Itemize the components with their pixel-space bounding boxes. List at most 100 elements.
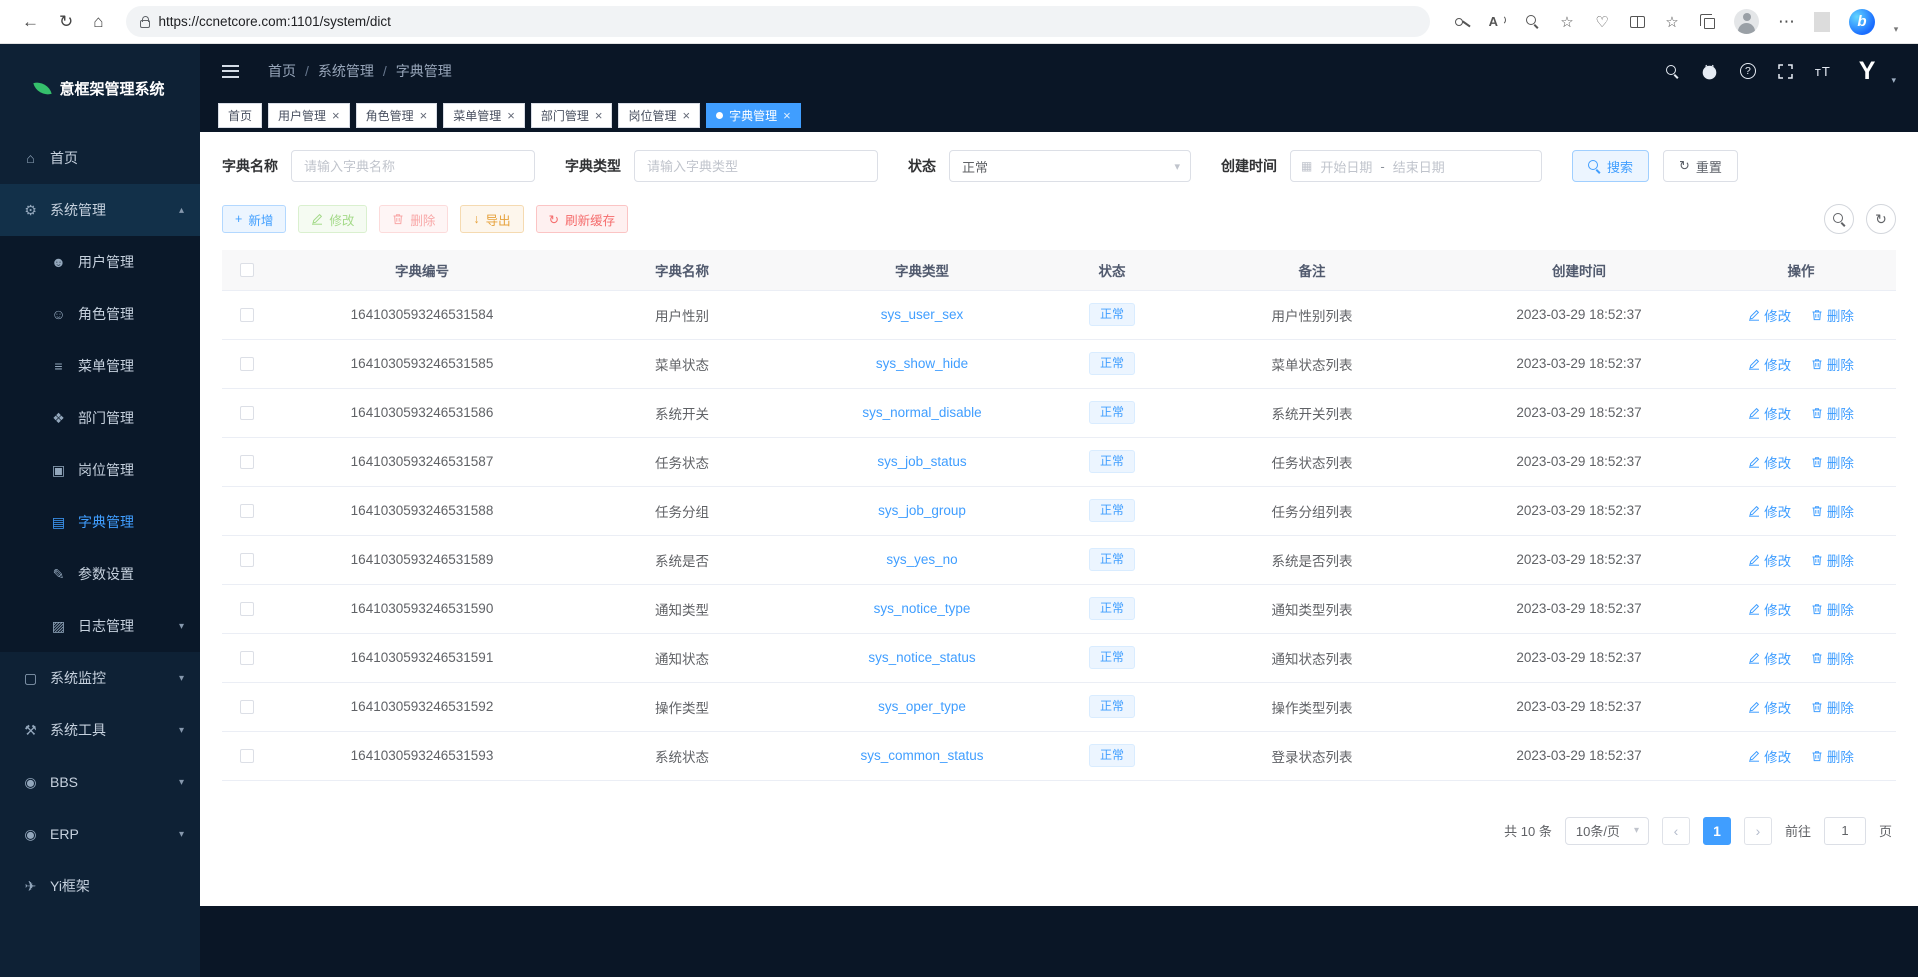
tab-item[interactable]: 菜单管理 × <box>443 103 525 128</box>
user-logo-avatar[interactable]: Y <box>1859 57 1876 86</box>
split-screen-icon[interactable] <box>1629 16 1645 28</box>
tab-item[interactable]: 岗位管理 × <box>618 103 700 128</box>
row-checkbox[interactable] <box>240 504 254 518</box>
row-checkbox[interactable] <box>240 553 254 567</box>
page-size-select[interactable]: 10条/页 ▾ <box>1565 817 1649 845</box>
goto-page-input[interactable] <box>1824 817 1866 845</box>
row-checkbox[interactable] <box>240 602 254 616</box>
browser-refresh-icon[interactable]: ↻ <box>59 12 73 32</box>
delete-button[interactable]: 删除 <box>379 205 448 233</box>
sidebar-item[interactable]: ≡ 菜单管理 <box>0 340 200 392</box>
next-page-button[interactable]: › <box>1744 817 1772 845</box>
add-button[interactable]: + 新增 <box>222 205 286 233</box>
sidebar-item[interactable]: ❖ 部门管理 <box>0 392 200 444</box>
sidebar-item[interactable]: ☺ 角色管理 <box>0 288 200 340</box>
row-edit-button[interactable]: 修改 <box>1748 599 1791 619</box>
password-key-icon[interactable] <box>1454 18 1470 26</box>
table-row[interactable]: 1641030593246531590 通知类型 sys_notice_type… <box>222 584 1896 633</box>
github-icon[interactable] <box>1701 63 1718 80</box>
row-edit-button[interactable]: 修改 <box>1748 648 1791 668</box>
favorites-star-icon[interactable]: ☆ <box>1664 13 1680 31</box>
tab-close-icon[interactable]: × <box>595 109 603 122</box>
dict-type-input[interactable] <box>634 150 878 182</box>
url-text[interactable]: https://ccnetcore.com:1101/system/dict <box>159 14 391 29</box>
table-row[interactable]: 1641030593246531592 操作类型 sys_oper_type 正… <box>222 682 1896 731</box>
sidebar-item[interactable]: ▤ 字典管理 <box>0 496 200 548</box>
tab-close-icon[interactable]: × <box>332 109 340 122</box>
dict-type-link[interactable]: sys_notice_type <box>874 601 971 616</box>
table-row[interactable]: 1641030593246531584 用户性别 sys_user_sex 正常… <box>222 290 1896 339</box>
breadcrumb-item[interactable]: 字典管理 <box>396 61 452 81</box>
dict-type-link[interactable]: sys_normal_disable <box>862 405 981 420</box>
table-row[interactable]: 1641030593246531587 任务状态 sys_job_status … <box>222 437 1896 486</box>
row-delete-button[interactable]: 删除 <box>1811 746 1854 766</box>
table-row[interactable]: 1641030593246531591 通知状态 sys_notice_stat… <box>222 633 1896 682</box>
sidebar-item[interactable]: ⚙ 系统管理 ▴ <box>0 184 200 236</box>
chevron-down-icon[interactable]: ▾ <box>1888 24 1904 35</box>
prev-page-button[interactable]: ‹ <box>1662 817 1690 845</box>
search-button[interactable]: 搜索 <box>1572 150 1649 182</box>
sidebar-item[interactable]: ▣ 岗位管理 <box>0 444 200 496</box>
profile-avatar[interactable] <box>1734 9 1759 34</box>
breadcrumb-item[interactable]: 系统管理 <box>318 61 374 81</box>
tab-item[interactable]: 部门管理 × <box>531 103 613 128</box>
breadcrumb-item[interactable]: 首页 <box>268 61 296 81</box>
browser-home-icon[interactable]: ⌂ <box>93 12 103 32</box>
export-button[interactable]: ↓ 导出 <box>460 205 523 233</box>
tab-item[interactable]: 用户管理 × <box>268 103 350 128</box>
dict-type-link[interactable]: sys_notice_status <box>868 650 975 665</box>
row-checkbox[interactable] <box>240 700 254 714</box>
row-edit-button[interactable]: 修改 <box>1748 550 1791 570</box>
row-edit-button[interactable]: 修改 <box>1748 501 1791 521</box>
row-checkbox[interactable] <box>240 406 254 420</box>
browser-back-icon[interactable]: ← <box>22 12 39 32</box>
table-row[interactable]: 1641030593246531589 系统是否 sys_yes_no 正常 系… <box>222 535 1896 584</box>
refresh-cache-button[interactable]: ↻ 刷新缓存 <box>536 205 629 233</box>
sidebar-item[interactable]: ▢ 系统监控 ▾ <box>0 652 200 704</box>
sidebar-item[interactable]: ⚒ 系统工具 ▾ <box>0 704 200 756</box>
bing-copilot-icon[interactable]: b <box>1849 9 1875 35</box>
sidebar-item[interactable]: ☻ 用户管理 <box>0 236 200 288</box>
tab-close-icon[interactable]: × <box>507 109 515 122</box>
reset-button[interactable]: ↻ 重置 <box>1663 150 1738 182</box>
row-delete-button[interactable]: 删除 <box>1811 648 1854 668</box>
sidebar-item[interactable]: ⌂ 首页 <box>0 132 200 184</box>
tab-close-icon[interactable]: × <box>682 109 690 122</box>
row-delete-button[interactable]: 删除 <box>1811 354 1854 374</box>
sidebar-item[interactable]: ✈ Yi框架 <box>0 860 200 912</box>
row-edit-button[interactable]: 修改 <box>1748 305 1791 325</box>
address-bar[interactable]: https://ccnetcore.com:1101/system/dict <box>126 6 1430 37</box>
zoom-icon[interactable] <box>1524 15 1540 28</box>
table-row[interactable]: 1641030593246531586 系统开关 sys_normal_disa… <box>222 388 1896 437</box>
dict-type-link[interactable]: sys_show_hide <box>876 356 968 371</box>
row-delete-button[interactable]: 删除 <box>1811 452 1854 472</box>
row-delete-button[interactable]: 删除 <box>1811 501 1854 521</box>
tab-close-icon[interactable]: × <box>783 109 791 122</box>
sidebar-item[interactable]: ▨ 日志管理 ▾ <box>0 600 200 652</box>
more-options-icon[interactable]: ⋯ <box>1778 12 1795 32</box>
date-range-picker[interactable]: ▦ 开始日期 - 结束日期 <box>1290 150 1542 182</box>
chevron-down-icon[interactable]: ▾ <box>1891 75 1896 86</box>
sidebar-item[interactable]: ◉ ERP ▾ <box>0 808 200 860</box>
row-checkbox[interactable] <box>240 455 254 469</box>
edit-button[interactable]: 修改 <box>298 205 367 233</box>
row-delete-button[interactable]: 删除 <box>1811 697 1854 717</box>
row-delete-button[interactable]: 删除 <box>1811 403 1854 423</box>
hamburger-menu-icon[interactable] <box>222 65 239 78</box>
collections-icon[interactable] <box>1699 14 1715 29</box>
row-edit-button[interactable]: 修改 <box>1748 354 1791 374</box>
row-delete-button[interactable]: 删除 <box>1811 599 1854 619</box>
tab-item[interactable]: 字典管理 × <box>706 103 801 128</box>
dict-type-link[interactable]: sys_yes_no <box>886 552 957 567</box>
row-edit-button[interactable]: 修改 <box>1748 697 1791 717</box>
tab-close-icon[interactable]: × <box>420 109 428 122</box>
table-row[interactable]: 1641030593246531585 菜单状态 sys_show_hide 正… <box>222 339 1896 388</box>
status-select[interactable]: 正常 ▾ <box>949 150 1191 182</box>
dict-name-input[interactable] <box>291 150 535 182</box>
toggle-search-button[interactable] <box>1824 204 1854 234</box>
row-edit-button[interactable]: 修改 <box>1748 403 1791 423</box>
dict-type-link[interactable]: sys_job_group <box>878 503 966 518</box>
text-size-icon[interactable]: тT <box>1815 64 1831 79</box>
app-logo[interactable]: 意框架管理系统 <box>0 44 200 132</box>
help-icon[interactable]: ? <box>1740 63 1756 79</box>
